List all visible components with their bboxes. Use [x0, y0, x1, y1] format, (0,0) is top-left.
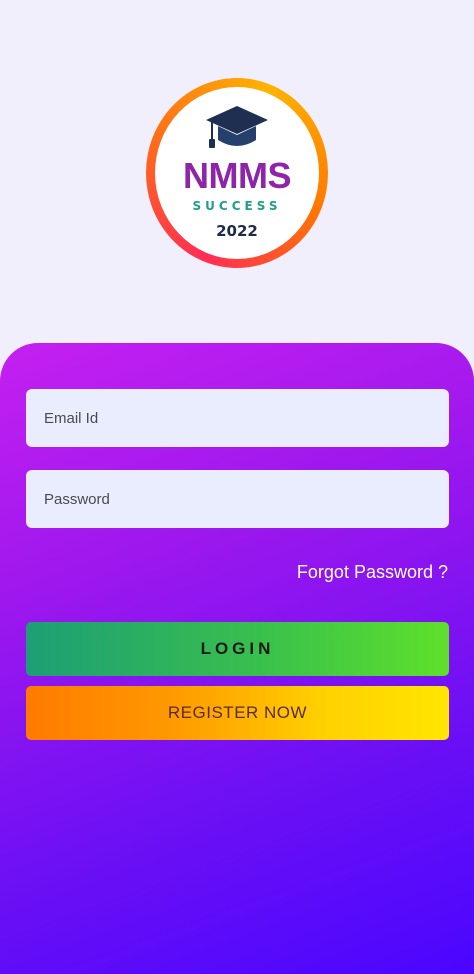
logo-year: 2022	[216, 222, 258, 240]
logo-subtitle: SUCCESS	[192, 199, 282, 213]
email-field[interactable]	[26, 389, 449, 447]
register-now-button[interactable]: REGISTER NOW	[26, 686, 449, 740]
forgot-password-link[interactable]: Forgot Password ?	[297, 562, 448, 583]
logo-title: NMMS	[183, 155, 292, 196]
password-field[interactable]	[26, 470, 449, 528]
login-button[interactable]: LOGIN	[26, 622, 449, 676]
graduation-cap-icon	[206, 106, 268, 148]
app-logo: NMMS SUCCESS 2022	[146, 78, 328, 268]
